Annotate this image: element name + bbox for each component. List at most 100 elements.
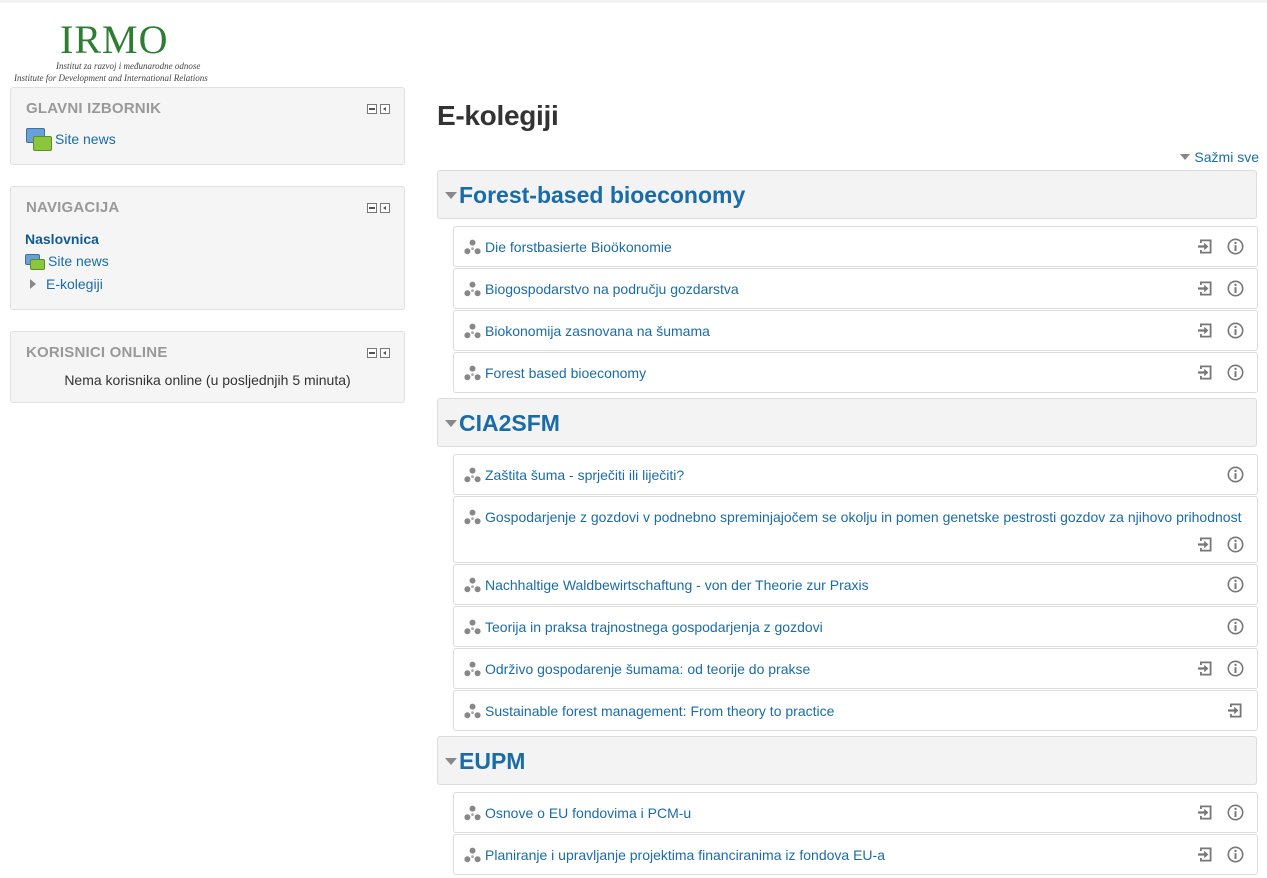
nav-home-label: Naslovnica [25, 231, 99, 247]
block-controls [367, 104, 390, 114]
expand-icon[interactable] [30, 279, 36, 289]
hide-block-icon[interactable] [367, 348, 377, 358]
hide-block-icon[interactable] [367, 203, 377, 213]
self-enrol-icon[interactable] [1227, 702, 1244, 719]
course-icon [464, 577, 481, 594]
course-link[interactable]: Sustainable forest management: From theo… [485, 703, 834, 719]
self-enrol-icon[interactable] [1197, 238, 1214, 255]
self-enrol-icon[interactable] [1197, 280, 1214, 297]
course-summary-info-icon[interactable] [1227, 846, 1244, 863]
course-icon [464, 703, 481, 720]
course-row: Gospodarjenje z gozdovi v podnebno sprem… [453, 496, 1258, 563]
top-border [0, 0, 1267, 3]
course-row: Nachhaltige Waldbewirtschaftung - von de… [453, 564, 1258, 605]
collapse-category-icon[interactable] [445, 758, 457, 765]
collapse-category-icon[interactable] [445, 420, 457, 427]
course-category-header[interactable]: CIA2SFM [437, 398, 1257, 447]
course-link[interactable]: Osnove o EU fondovima i PCM-u [485, 805, 691, 821]
course-row: Biogospodarstvo na području gozdarstva [453, 268, 1258, 309]
logo-subtitle-en: Institute for Development and Internatio… [14, 73, 208, 83]
self-enrol-icon[interactable] [1197, 804, 1214, 821]
course-summary-info-icon[interactable] [1227, 466, 1244, 483]
category-name[interactable]: Forest-based bioeconomy [459, 182, 745, 209]
course-summary-info-icon[interactable] [1227, 576, 1244, 593]
course-row: Održivo gospodarenje šumama: od teorije … [453, 648, 1258, 689]
course-icon [464, 619, 481, 636]
main-menu-block: GLAVNI IZBORNIK Site news [10, 87, 405, 165]
course-actions [1227, 702, 1244, 719]
dock-block-icon[interactable] [380, 104, 390, 114]
course-link[interactable]: Održivo gospodarenje šumama: od teorije … [485, 661, 810, 677]
course-row: Planiranje i upravljanje projektima fina… [453, 834, 1258, 875]
course-icon [464, 661, 481, 678]
course-actions [1197, 660, 1244, 677]
course-summary-info-icon[interactable] [1227, 322, 1244, 339]
course-icon [464, 509, 481, 526]
course-icon [464, 281, 481, 298]
course-summary-info-icon[interactable] [1227, 280, 1244, 297]
course-actions [1197, 804, 1244, 821]
course-actions [1197, 364, 1244, 381]
course-category-header[interactable]: Forest-based bioeconomy [437, 170, 1257, 219]
nav-site-news-link[interactable]: Site news [25, 253, 109, 270]
online-users-title: KORISNICI ONLINE [26, 344, 168, 361]
course-link[interactable]: Forest based bioeconomy [485, 365, 646, 381]
dock-block-icon[interactable] [380, 348, 390, 358]
course-icon [464, 847, 481, 864]
collapse-icon [1180, 154, 1191, 160]
hide-block-icon[interactable] [367, 104, 377, 114]
nav-site-news-label: Site news [48, 253, 109, 269]
nav-courses-link[interactable]: E-kolegiji [30, 276, 103, 292]
nav-courses-label: E-kolegiji [46, 276, 103, 292]
course-summary-info-icon[interactable] [1227, 536, 1244, 553]
self-enrol-icon[interactable] [1197, 660, 1214, 677]
course-actions [1227, 618, 1244, 635]
course-link[interactable]: Gospodarjenje z gozdovi v podnebno sprem… [485, 509, 1241, 525]
forum-icon [25, 254, 45, 270]
block-controls [367, 203, 390, 213]
course-summary-info-icon[interactable] [1227, 660, 1244, 677]
block-controls [367, 348, 390, 358]
self-enrol-icon[interactable] [1197, 846, 1214, 863]
course-row: Zaštita šuma - sprječiti ili liječiti? [453, 454, 1258, 495]
course-link[interactable]: Nachhaltige Waldbewirtschaftung - von de… [485, 577, 869, 593]
course-summary-info-icon[interactable] [1227, 804, 1244, 821]
course-link[interactable]: Teorija in praksa trajnostnega gospodarj… [485, 619, 823, 635]
main-menu-title: GLAVNI IZBORNIK [26, 100, 162, 117]
course-icon [464, 239, 481, 256]
main-menu-site-news-label: Site news [55, 131, 116, 147]
forum-icon [26, 128, 52, 151]
logo-subtitle-hr: Institut za razvoj i međunarodne odnose [56, 61, 201, 71]
self-enrol-icon[interactable] [1197, 536, 1214, 553]
course-summary-info-icon[interactable] [1227, 618, 1244, 635]
site-logo[interactable]: IRMO Institut za razvoj i međunarodne od… [12, 14, 232, 86]
course-icon [464, 467, 481, 484]
course-actions [1197, 536, 1244, 553]
dock-block-icon[interactable] [380, 203, 390, 213]
course-link[interactable]: Die forstbasierte Bioökonomie [485, 239, 672, 255]
course-summary-info-icon[interactable] [1227, 364, 1244, 381]
course-row: Osnove o EU fondovima i PCM-u [453, 792, 1258, 833]
main-menu-site-news-link[interactable]: Site news [26, 128, 116, 151]
course-link[interactable]: Biokonomija zasnovana na šumama [485, 323, 710, 339]
nav-home-link[interactable]: Naslovnica [25, 231, 99, 247]
course-actions [1197, 846, 1244, 863]
course-row: Die forstbasierte Bioökonomie [453, 226, 1258, 267]
navigation-block: NAVIGACIJA Naslovnica Site news E-kolegi… [10, 186, 405, 310]
course-row: Teorija in praksa trajnostnega gospodarj… [453, 606, 1258, 647]
course-link[interactable]: Zaštita šuma - sprječiti ili liječiti? [485, 467, 684, 483]
collapse-all-label: Sažmi sve [1194, 149, 1259, 165]
collapse-category-icon[interactable] [445, 192, 457, 199]
online-users-block: KORISNICI ONLINE Nema korisnika online (… [10, 331, 405, 403]
course-summary-info-icon[interactable] [1227, 238, 1244, 255]
course-link[interactable]: Planiranje i upravljanje projektima fina… [485, 847, 885, 863]
course-category-header[interactable]: EUPM [437, 736, 1257, 785]
course-actions [1227, 466, 1244, 483]
category-name[interactable]: CIA2SFM [459, 410, 560, 437]
collapse-all-link[interactable]: Sažmi sve [1180, 149, 1259, 165]
course-link[interactable]: Biogospodarstvo na području gozdarstva [485, 281, 739, 297]
category-name[interactable]: EUPM [459, 748, 525, 775]
self-enrol-icon[interactable] [1197, 364, 1214, 381]
self-enrol-icon[interactable] [1197, 322, 1214, 339]
course-icon [464, 323, 481, 340]
